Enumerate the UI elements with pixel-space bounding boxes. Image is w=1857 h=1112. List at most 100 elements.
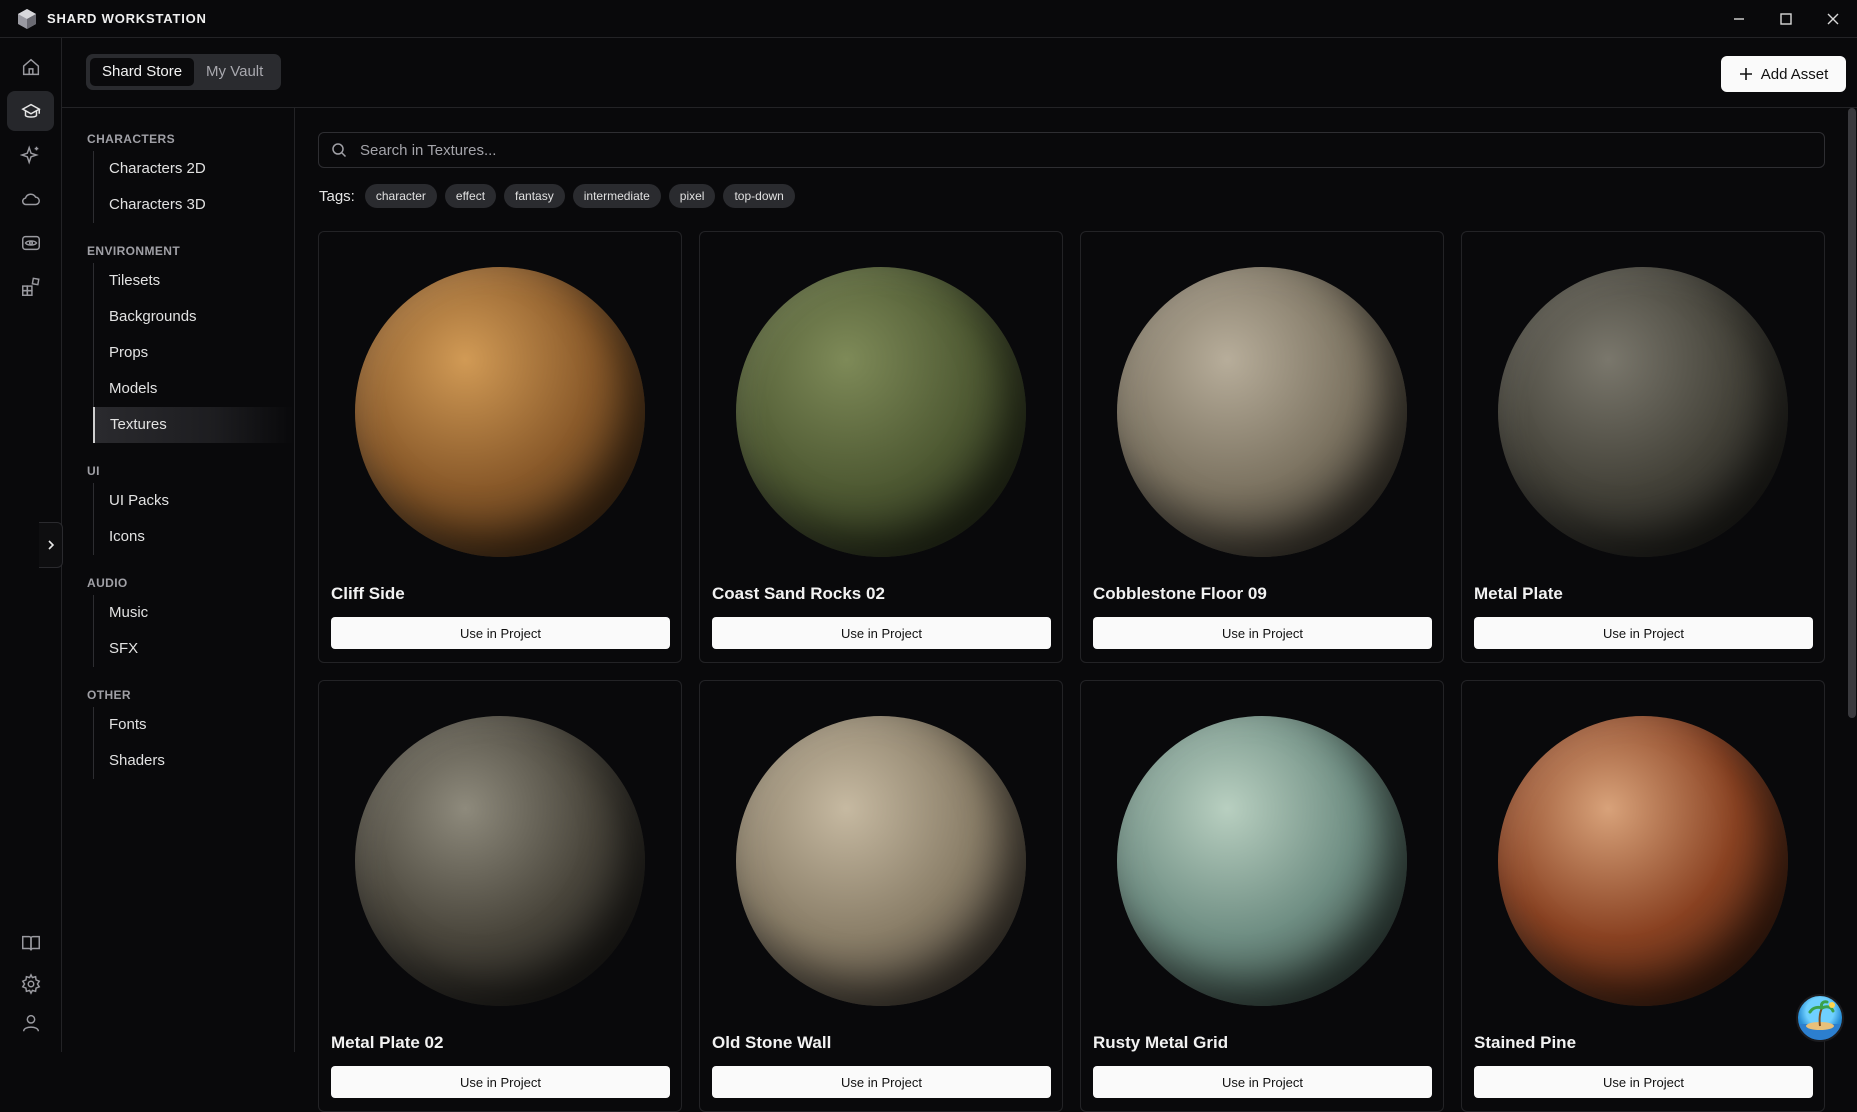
shard-logo-icon [17, 8, 37, 30]
sphere-preview [355, 267, 645, 557]
search-placeholder: Search in Textures... [360, 142, 496, 159]
sidebar-item-shaders[interactable]: Shaders [94, 743, 293, 779]
minimize-button[interactable] [1719, 4, 1759, 34]
add-asset-button[interactable]: Add Asset [1721, 56, 1846, 92]
sphere-preview [736, 716, 1026, 1006]
texture-preview [736, 267, 1026, 557]
sidebar-item-music[interactable]: Music [94, 595, 293, 631]
rail-preview-button[interactable] [7, 223, 54, 263]
rail-plugins-button[interactable] [7, 267, 54, 307]
minimize-icon [1732, 12, 1746, 26]
section-other: Fonts Shaders [93, 707, 293, 779]
asset-card[interactable]: Metal Plate Use in Project [1461, 231, 1825, 663]
blocks-icon [20, 276, 42, 298]
close-icon [1826, 12, 1840, 26]
tab-shard-store[interactable]: Shard Store [90, 58, 194, 86]
add-asset-label: Add Asset [1761, 66, 1829, 83]
use-in-project-button[interactable]: Use in Project [712, 1066, 1051, 1098]
rail-profile-button[interactable] [7, 1003, 54, 1043]
category-sidebar: CHARACTERS Characters 2D Characters 3D E… [62, 108, 295, 1052]
asset-card[interactable]: Rusty Metal Grid Use in Project [1080, 680, 1444, 1112]
asset-title: Rusty Metal Grid [1093, 1033, 1228, 1053]
asset-card[interactable]: Coast Sand Rocks 02 Use in Project [699, 231, 1063, 663]
cloud-icon [20, 188, 42, 210]
asset-card[interactable]: Metal Plate 02 Use in Project [318, 680, 682, 1112]
assistant-avatar[interactable] [1796, 994, 1844, 1042]
sphere-preview [1498, 267, 1788, 557]
asset-card[interactable]: Stained Pine Use in Project [1461, 680, 1825, 1112]
section-heading-other: OTHER [87, 688, 131, 702]
tag-chip[interactable]: fantasy [504, 184, 565, 208]
texture-preview [1498, 716, 1788, 1006]
tab-my-vault[interactable]: My Vault [194, 58, 275, 86]
tag-chip[interactable]: intermediate [573, 184, 661, 208]
asset-card[interactable]: Cliff Side Use in Project [318, 231, 682, 663]
sphere-preview [355, 716, 645, 1006]
tag-chip[interactable]: character [365, 184, 437, 208]
eye-icon [20, 232, 42, 254]
rail-home-button[interactable] [7, 47, 54, 87]
asset-title: Old Stone Wall [712, 1033, 831, 1053]
asset-title: Metal Plate [1474, 584, 1563, 604]
rail-sparkles-button[interactable] [7, 135, 54, 175]
maximize-button[interactable] [1766, 4, 1806, 34]
rail-docs-button[interactable] [7, 923, 54, 963]
use-in-project-button[interactable]: Use in Project [331, 617, 670, 649]
store-vault-toggle: Shard Store My Vault [86, 54, 281, 90]
content-scrollbar[interactable] [1848, 108, 1856, 718]
tags-label: Tags: [319, 188, 355, 205]
asset-title: Coast Sand Rocks 02 [712, 584, 885, 604]
app-title: SHARD WORKSTATION [47, 11, 207, 26]
sidebar-item-characters-3d[interactable]: Characters 3D [94, 187, 293, 223]
texture-preview [1498, 267, 1788, 557]
sidebar-item-sfx[interactable]: SFX [94, 631, 293, 667]
use-in-project-button[interactable]: Use in Project [1093, 1066, 1432, 1098]
tag-chip[interactable]: top-down [723, 184, 794, 208]
use-in-project-button[interactable]: Use in Project [712, 617, 1051, 649]
expand-sidebar-button[interactable] [39, 522, 63, 568]
sidebar-item-backgrounds[interactable]: Backgrounds [94, 299, 293, 335]
search-icon [331, 142, 347, 158]
sidebar-item-textures[interactable]: Textures [93, 407, 293, 443]
sidebar-item-models[interactable]: Models [94, 371, 293, 407]
use-in-project-button[interactable]: Use in Project [1474, 617, 1813, 649]
book-icon [20, 932, 42, 954]
asset-card[interactable]: Old Stone Wall Use in Project [699, 680, 1063, 1112]
user-icon [20, 1012, 42, 1034]
gear-icon [20, 973, 42, 995]
search-input[interactable]: Search in Textures... [318, 132, 1825, 168]
rail-store-button[interactable] [7, 91, 54, 131]
asset-card[interactable]: Cobblestone Floor 09 Use in Project [1080, 231, 1444, 663]
texture-preview [355, 267, 645, 557]
sphere-preview [1117, 267, 1407, 557]
asset-browser: Search in Textures... Tags: character ef… [296, 108, 1857, 1052]
close-button[interactable] [1813, 4, 1853, 34]
section-heading-characters: CHARACTERS [87, 132, 175, 146]
use-in-project-button[interactable]: Use in Project [1093, 617, 1432, 649]
sidebar-item-props[interactable]: Props [94, 335, 293, 371]
use-in-project-button[interactable]: Use in Project [331, 1066, 670, 1098]
sidebar-item-ui-packs[interactable]: UI Packs [94, 483, 293, 519]
tag-chip[interactable]: pixel [669, 184, 716, 208]
texture-preview [1117, 716, 1407, 1006]
sphere-preview [1117, 716, 1407, 1006]
sidebar-item-tilesets[interactable]: Tilesets [94, 263, 293, 299]
section-heading-ui: UI [87, 464, 100, 478]
rail-cloud-button[interactable] [7, 179, 54, 219]
top-bar: Shard Store My Vault Add Asset [62, 38, 1857, 108]
use-in-project-button[interactable]: Use in Project [1474, 1066, 1813, 1098]
tag-chip[interactable]: effect [445, 184, 496, 208]
chevron-right-icon [46, 539, 56, 551]
tag-filter-row: Tags: character effect fantasy intermedi… [319, 183, 795, 209]
sidebar-item-fonts[interactable]: Fonts [94, 707, 293, 743]
sidebar-item-characters-2d[interactable]: Characters 2D [94, 151, 293, 187]
asset-title: Stained Pine [1474, 1033, 1576, 1053]
section-ui: UI Packs Icons [93, 483, 293, 555]
section-audio: Music SFX [93, 595, 293, 667]
sidebar-item-icons[interactable]: Icons [94, 519, 293, 555]
section-environment: Tilesets Backgrounds Props Models Textur… [93, 263, 293, 443]
sparkles-icon [20, 144, 42, 166]
section-characters: Characters 2D Characters 3D [93, 151, 293, 223]
rail-settings-button[interactable] [7, 964, 54, 1004]
asset-title: Cobblestone Floor 09 [1093, 584, 1267, 604]
